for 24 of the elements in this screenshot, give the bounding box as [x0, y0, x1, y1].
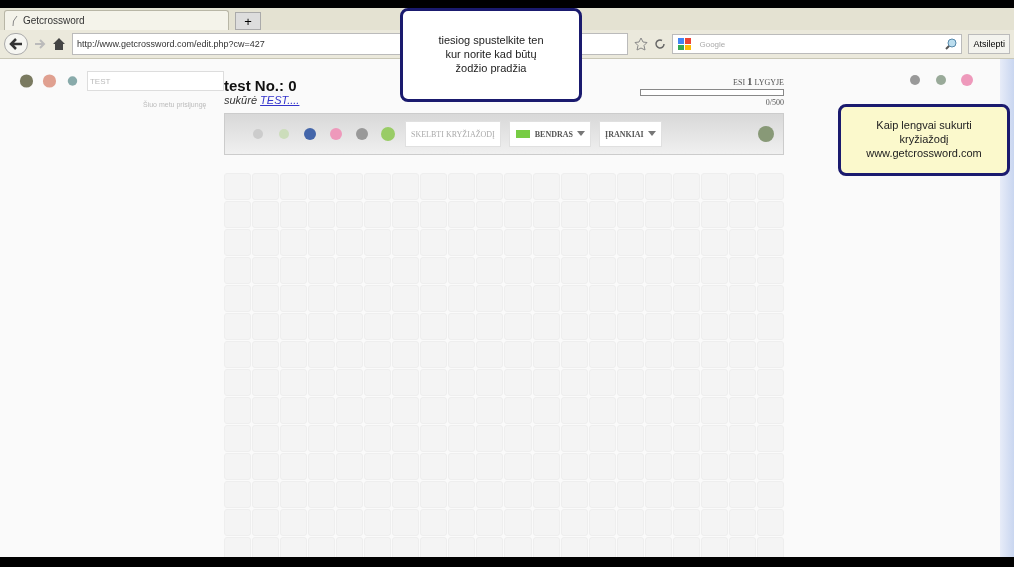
star-icon[interactable] [634, 37, 649, 51]
menu-dropdown[interactable]: BENDRAS [508, 121, 591, 147]
forward-icon[interactable] [34, 38, 46, 50]
author-line: sukūrė TEST.... [224, 94, 300, 106]
author-link[interactable]: TEST.... [260, 94, 300, 106]
reload-icon[interactable] [654, 38, 667, 50]
back-arrow-icon [9, 38, 23, 50]
feedback-button[interactable]: Atsilepti [968, 34, 1010, 54]
crossword-title: test No.: 0 [224, 77, 298, 94]
back-button[interactable] [4, 33, 28, 55]
browser-tab[interactable]: Getcrossword [4, 10, 229, 30]
caret-icon [647, 131, 656, 137]
scrollbar[interactable] [1000, 59, 1014, 557]
search-field[interactable]: TEST [86, 71, 224, 91]
search-icon[interactable] [945, 38, 958, 50]
new-tab-button[interactable]: + [235, 12, 261, 30]
home-icon[interactable] [52, 37, 66, 51]
menu-dropdown[interactable]: ĮRANKIAI [599, 121, 662, 147]
google-logo-icon [677, 37, 694, 51]
progress-reading: 0/500 [765, 98, 784, 107]
callout-tooltip: tiesiog spustelkite ten kur norite kad būtų žodžio pradžia [400, 8, 582, 102]
caret-icon [577, 131, 585, 137]
level-label: ESI 1 LYGYJE [733, 75, 784, 87]
callout-tooltip: Kaip lengvai sukurti kryžiažodį www.getcrossword.com [838, 104, 1010, 176]
